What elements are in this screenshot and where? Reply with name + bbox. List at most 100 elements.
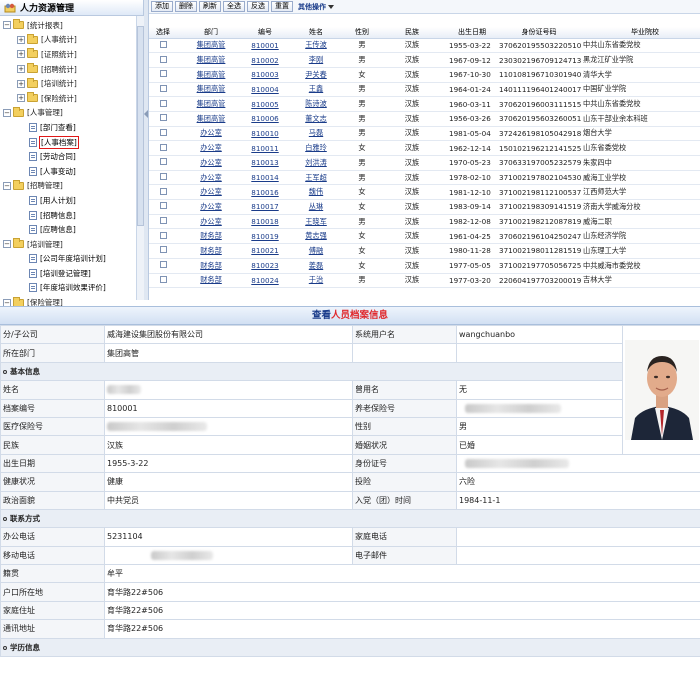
tree-item-label[interactable]: [人事档案]	[39, 135, 79, 149]
toolbar-button[interactable]: 重置	[271, 1, 293, 12]
row-checkbox[interactable]	[159, 114, 167, 122]
id-link[interactable]: 810013	[251, 158, 278, 167]
id-link[interactable]: 810021	[251, 246, 278, 255]
tree-item-label[interactable]: [人事变动]	[39, 166, 77, 177]
column-header[interactable]: 出生日期	[447, 27, 497, 39]
tree-item-label[interactable]: [年度培训效果评价]	[39, 282, 107, 293]
tree-item[interactable]: [招聘信息]	[3, 208, 143, 223]
tree-item[interactable]: [公司年度培训计划]	[3, 252, 143, 267]
collapse-arrow-icon[interactable]	[144, 110, 148, 118]
table-row[interactable]: 财务部 810019 黄志强 女汉族 1961-04-25 370602196104250…	[149, 228, 700, 245]
id-link[interactable]: 810018	[251, 217, 278, 226]
tree-item[interactable]: − [统计报表]	[3, 18, 143, 33]
collapse-icon[interactable]: −	[3, 181, 11, 190]
tree-item[interactable]: − [招聘管理]	[3, 179, 143, 194]
id-link[interactable]: 810010	[251, 129, 278, 138]
table-row[interactable]: 办公室 810010 马磊 男汉族 1981-05-04 3724261981050429…	[149, 126, 700, 142]
row-checkbox[interactable]	[159, 231, 167, 239]
row-checkbox[interactable]	[159, 55, 167, 63]
dept-link[interactable]: 财务部	[200, 246, 222, 255]
table-row[interactable]: 财务部 810021 傅融 女汉族 1980-11-28 3710021980112815…	[149, 243, 700, 259]
name-link[interactable]: 王军超	[305, 173, 327, 182]
tree-item-label[interactable]: [培训统计]	[40, 78, 78, 89]
dept-link[interactable]: 办公室	[200, 158, 222, 167]
expand-icon[interactable]: +	[17, 50, 25, 59]
tree-item[interactable]: + [证照统计]	[3, 47, 143, 62]
row-checkbox[interactable]	[159, 187, 167, 195]
sidebar-scrollbar[interactable]	[136, 16, 144, 300]
dept-link[interactable]: 办公室	[200, 187, 222, 196]
id-link[interactable]: 810016	[251, 188, 278, 197]
collapse-icon[interactable]: −	[3, 21, 11, 30]
name-link[interactable]: 姜磊	[309, 261, 323, 270]
tree-item-label[interactable]: [公司年度培训计划]	[39, 253, 107, 264]
name-link[interactable]: 王传波	[305, 40, 327, 49]
expand-icon[interactable]: +	[17, 35, 25, 44]
name-link[interactable]: 马磊	[309, 128, 323, 137]
tree-item-label[interactable]: [招聘统计]	[40, 64, 78, 75]
row-checkbox[interactable]	[159, 128, 167, 136]
row-checkbox[interactable]	[159, 217, 167, 225]
row-checkbox[interactable]	[159, 158, 167, 166]
expand-icon[interactable]: +	[17, 94, 25, 103]
dept-link[interactable]: 集团高管	[197, 84, 226, 93]
column-header[interactable]: 毕业院校	[581, 27, 700, 39]
column-header[interactable]: 民族	[377, 27, 447, 39]
table-row[interactable]: 集团高管 810005 陈诗波 男汉族 1960-03-11 37062019600311…	[149, 96, 700, 112]
tree-item[interactable]: [年度培训效果评价]	[3, 281, 143, 296]
name-link[interactable]: 陈诗波	[305, 99, 327, 108]
tree-item-label[interactable]: [保险统计]	[40, 93, 78, 104]
scrollbar-thumb[interactable]	[137, 26, 144, 226]
column-header[interactable]: 姓名	[285, 27, 347, 39]
chevron-down-icon[interactable]	[328, 4, 334, 9]
row-checkbox[interactable]	[159, 99, 167, 107]
tree-item-label[interactable]: [培训登记管理]	[39, 268, 92, 279]
toolbar-button[interactable]: 删除	[175, 1, 197, 12]
row-checkbox[interactable]	[159, 84, 167, 92]
name-link[interactable]: 黄志强	[305, 231, 327, 240]
tree-item-label[interactable]: [培训管理]	[26, 239, 64, 250]
tree-item-label[interactable]: [部门查看]	[39, 122, 77, 133]
row-checkbox[interactable]	[159, 261, 167, 269]
dept-link[interactable]: 集团高管	[197, 114, 226, 123]
id-link[interactable]: 810001	[251, 41, 278, 50]
table-row[interactable]: 集团高管 810006 董文志 男汉族 1956-03-26 37062019560326…	[149, 111, 700, 127]
table-row[interactable]: 办公室 810016 魏伟 女汉族 1981-12-10 3710021981121005…	[149, 184, 700, 201]
dept-link[interactable]: 办公室	[200, 143, 222, 152]
tree-item[interactable]: [应聘信息]	[3, 222, 143, 237]
tree-item[interactable]: [用人计划]	[3, 193, 143, 208]
dept-link[interactable]: 财务部	[200, 261, 222, 270]
table-row[interactable]: 办公室 810017 丛琳 女汉族 1983-09-14 3710021983091415…	[149, 199, 700, 215]
table-row[interactable]: 办公室 810011 白雅玲 女汉族 1962-12-14 150102196212141…	[149, 140, 700, 156]
dept-link[interactable]: 集团高管	[197, 55, 226, 64]
expand-icon[interactable]: +	[17, 79, 25, 88]
id-link[interactable]: 810006	[251, 114, 278, 123]
dept-link[interactable]: 办公室	[200, 202, 222, 211]
table-row[interactable]: 办公室 810014 王军超 男汉族 1978-02-10 371002197802104…	[149, 170, 700, 186]
row-checkbox[interactable]	[159, 40, 167, 48]
expand-icon[interactable]: +	[17, 65, 25, 74]
tree-item[interactable]: [培训登记管理]	[3, 266, 143, 281]
id-link[interactable]: 810003	[251, 70, 278, 79]
more-actions-label[interactable]: 其他操作	[298, 2, 326, 12]
toolbar-button[interactable]: 刷新	[199, 1, 221, 12]
row-checkbox[interactable]	[159, 70, 167, 78]
id-link[interactable]: 810023	[251, 261, 278, 270]
row-checkbox[interactable]	[159, 275, 167, 283]
name-link[interactable]: 白雅玲	[305, 143, 327, 152]
tree-item-label[interactable]: [证照统计]	[40, 49, 78, 60]
tree-item[interactable]: [部门查看]	[3, 120, 143, 135]
id-link[interactable]: 810014	[251, 173, 278, 182]
id-link[interactable]: 810005	[251, 100, 278, 109]
name-link[interactable]: 丛琳	[309, 202, 323, 211]
column-header[interactable]: 编号	[245, 27, 285, 39]
dept-link[interactable]: 财务部	[200, 275, 222, 284]
tree-item[interactable]: + [招聘统计]	[3, 62, 143, 77]
table-row[interactable]: 集团高管 810003 尹关春 女汉族 1967-10-30 11010819671030…	[149, 67, 700, 83]
tree-item-label[interactable]: [统计报表]	[26, 20, 64, 31]
name-link[interactable]: 魏伟	[309, 187, 323, 196]
toolbar-button[interactable]: 反选	[247, 1, 269, 12]
id-link[interactable]: 810002	[251, 56, 278, 65]
table-row[interactable]: 财务部 810024 于治 男汉族 1977-03-20 2206041977032000…	[149, 273, 700, 289]
name-link[interactable]: 尹关春	[305, 70, 327, 79]
